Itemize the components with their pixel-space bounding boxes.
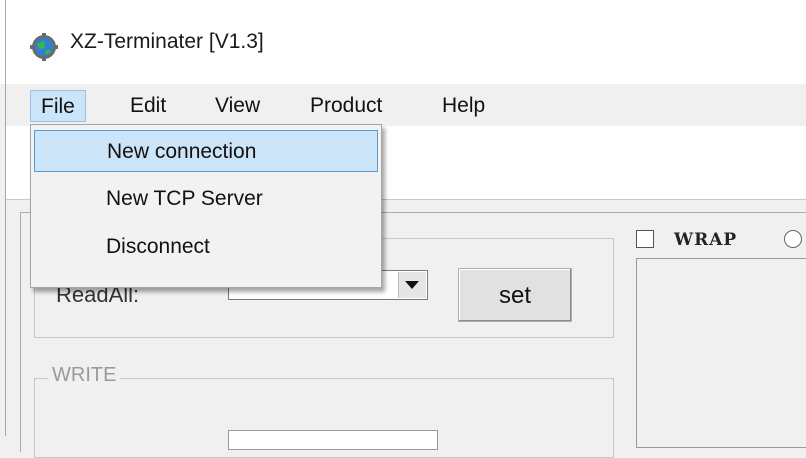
radio-button[interactable] [784,230,802,248]
window-left-edge [5,0,6,436]
wrap-checkbox[interactable] [636,230,654,248]
menu-product[interactable]: Product [300,90,392,122]
menu-item-disconnect[interactable]: Disconnect [34,226,378,268]
write-input[interactable] [228,430,438,450]
menu-item-new-connection[interactable]: New connection [34,130,378,172]
globe-gear-icon [30,33,58,61]
write-group-label: WRITE [48,364,121,387]
output-area[interactable] [636,258,806,448]
wrap-label: WRAP [674,230,738,250]
menu-edit[interactable]: Edit [120,90,176,122]
menu-help[interactable]: Help [432,90,495,122]
menu-item-new-tcp-server[interactable]: New TCP Server [34,178,378,220]
window-title: XZ-Terminater [V1.3] [70,30,264,53]
chevron-down-icon [405,281,419,289]
set-button[interactable]: set [458,268,572,322]
menu-view[interactable]: View [205,90,270,122]
menu-file[interactable]: File [30,90,86,122]
